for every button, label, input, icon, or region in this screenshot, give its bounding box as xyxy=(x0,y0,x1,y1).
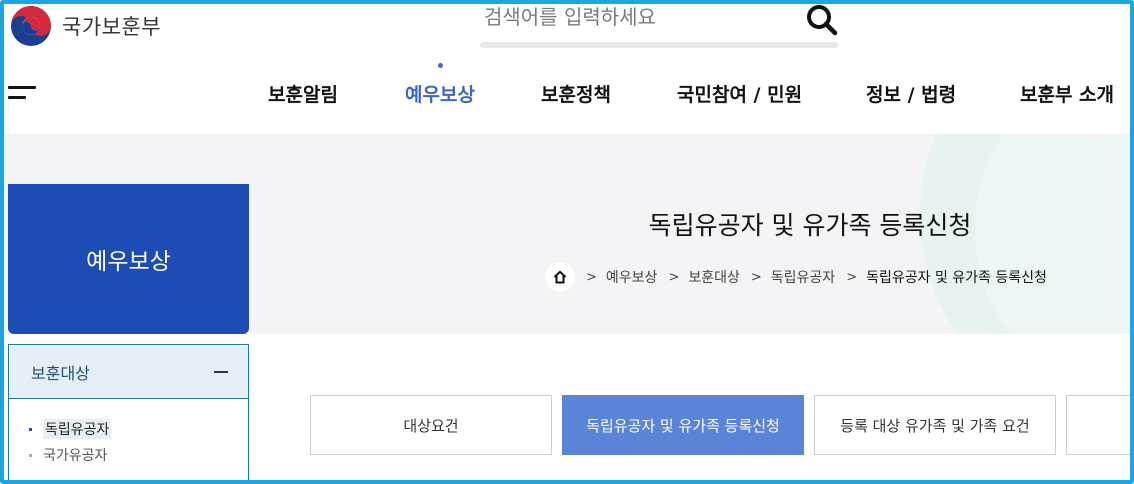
active-nav-indicator xyxy=(438,63,443,68)
sidebar-item-national-merit[interactable]: 국가유공자 xyxy=(29,442,248,468)
nav-item-news[interactable]: 보훈알림 xyxy=(268,80,338,107)
home-icon xyxy=(553,270,567,284)
breadcrumb: > 예우보상 > 보훈대상 > 독립유공자 > 독립유공자 및 유가족 등록신청 xyxy=(545,262,1047,292)
search-bar xyxy=(480,0,840,48)
chevron-right-icon: > xyxy=(846,269,858,285)
logo[interactable]: 국가보훈부 xyxy=(10,6,161,46)
chevron-right-icon: > xyxy=(750,269,762,285)
nav-item-policy[interactable]: 보훈정책 xyxy=(541,80,611,107)
search-underline xyxy=(480,42,838,48)
sidebar-section-label: 보훈대상 xyxy=(31,363,90,383)
sidebar-section-toggle[interactable]: 보훈대상 xyxy=(9,345,248,399)
home-button[interactable] xyxy=(545,262,575,292)
tab-family-requirements[interactable]: 등록 대상 유가족 및 가족 요건 xyxy=(814,395,1056,455)
breadcrumb-item[interactable]: 예우보상 xyxy=(606,267,658,287)
search-icon[interactable] xyxy=(806,4,838,36)
breadcrumb-current: 독립유공자 및 유가족 등록신청 xyxy=(866,270,1047,286)
breadcrumb-item[interactable]: 독립유공자 xyxy=(771,267,835,287)
chevron-right-icon: > xyxy=(668,269,680,285)
sidebar-title: 예우보상 xyxy=(86,249,171,275)
sidebar-title-box: 예우보상 xyxy=(8,184,249,334)
tab-registration[interactable]: 독립유공자 및 유가족 등록신청 xyxy=(562,395,804,455)
logo-text: 국가보훈부 xyxy=(62,15,162,39)
page-title: 독립유공자 및 유가족 등록신청 xyxy=(648,211,972,240)
sidebar-item-independence-patriots[interactable]: 독립유공자 xyxy=(29,416,248,442)
breadcrumb-item[interactable]: 보훈대상 xyxy=(688,267,740,287)
search-input[interactable] xyxy=(484,0,794,34)
bullet-icon xyxy=(29,427,32,431)
nav-item-compensation[interactable]: 예우보상 xyxy=(405,80,475,107)
bullet-icon xyxy=(29,453,32,457)
sidebar-item-label: 독립유공자 xyxy=(43,419,112,439)
sidebar-item-label: 국가유공자 xyxy=(43,448,108,464)
tab-more[interactable] xyxy=(1066,395,1134,455)
nav-item-participation[interactable]: 국민참여 / 민원 xyxy=(677,80,802,107)
sidebar-list: 독립유공자 국가유공자 xyxy=(9,399,248,468)
nav-item-info-law[interactable]: 정보 / 법령 xyxy=(866,80,956,107)
chevron-right-icon: > xyxy=(586,269,597,285)
nav-item-about[interactable]: 보훈부 소개 xyxy=(1020,80,1114,107)
minus-icon xyxy=(214,370,228,373)
tab-eligibility[interactable]: 대상요건 xyxy=(310,395,552,455)
taegeuk-logo-icon xyxy=(11,6,51,46)
menu-icon[interactable] xyxy=(8,84,38,102)
sidebar-menu: 보훈대상 독립유공자 국가유공자 xyxy=(8,344,249,484)
